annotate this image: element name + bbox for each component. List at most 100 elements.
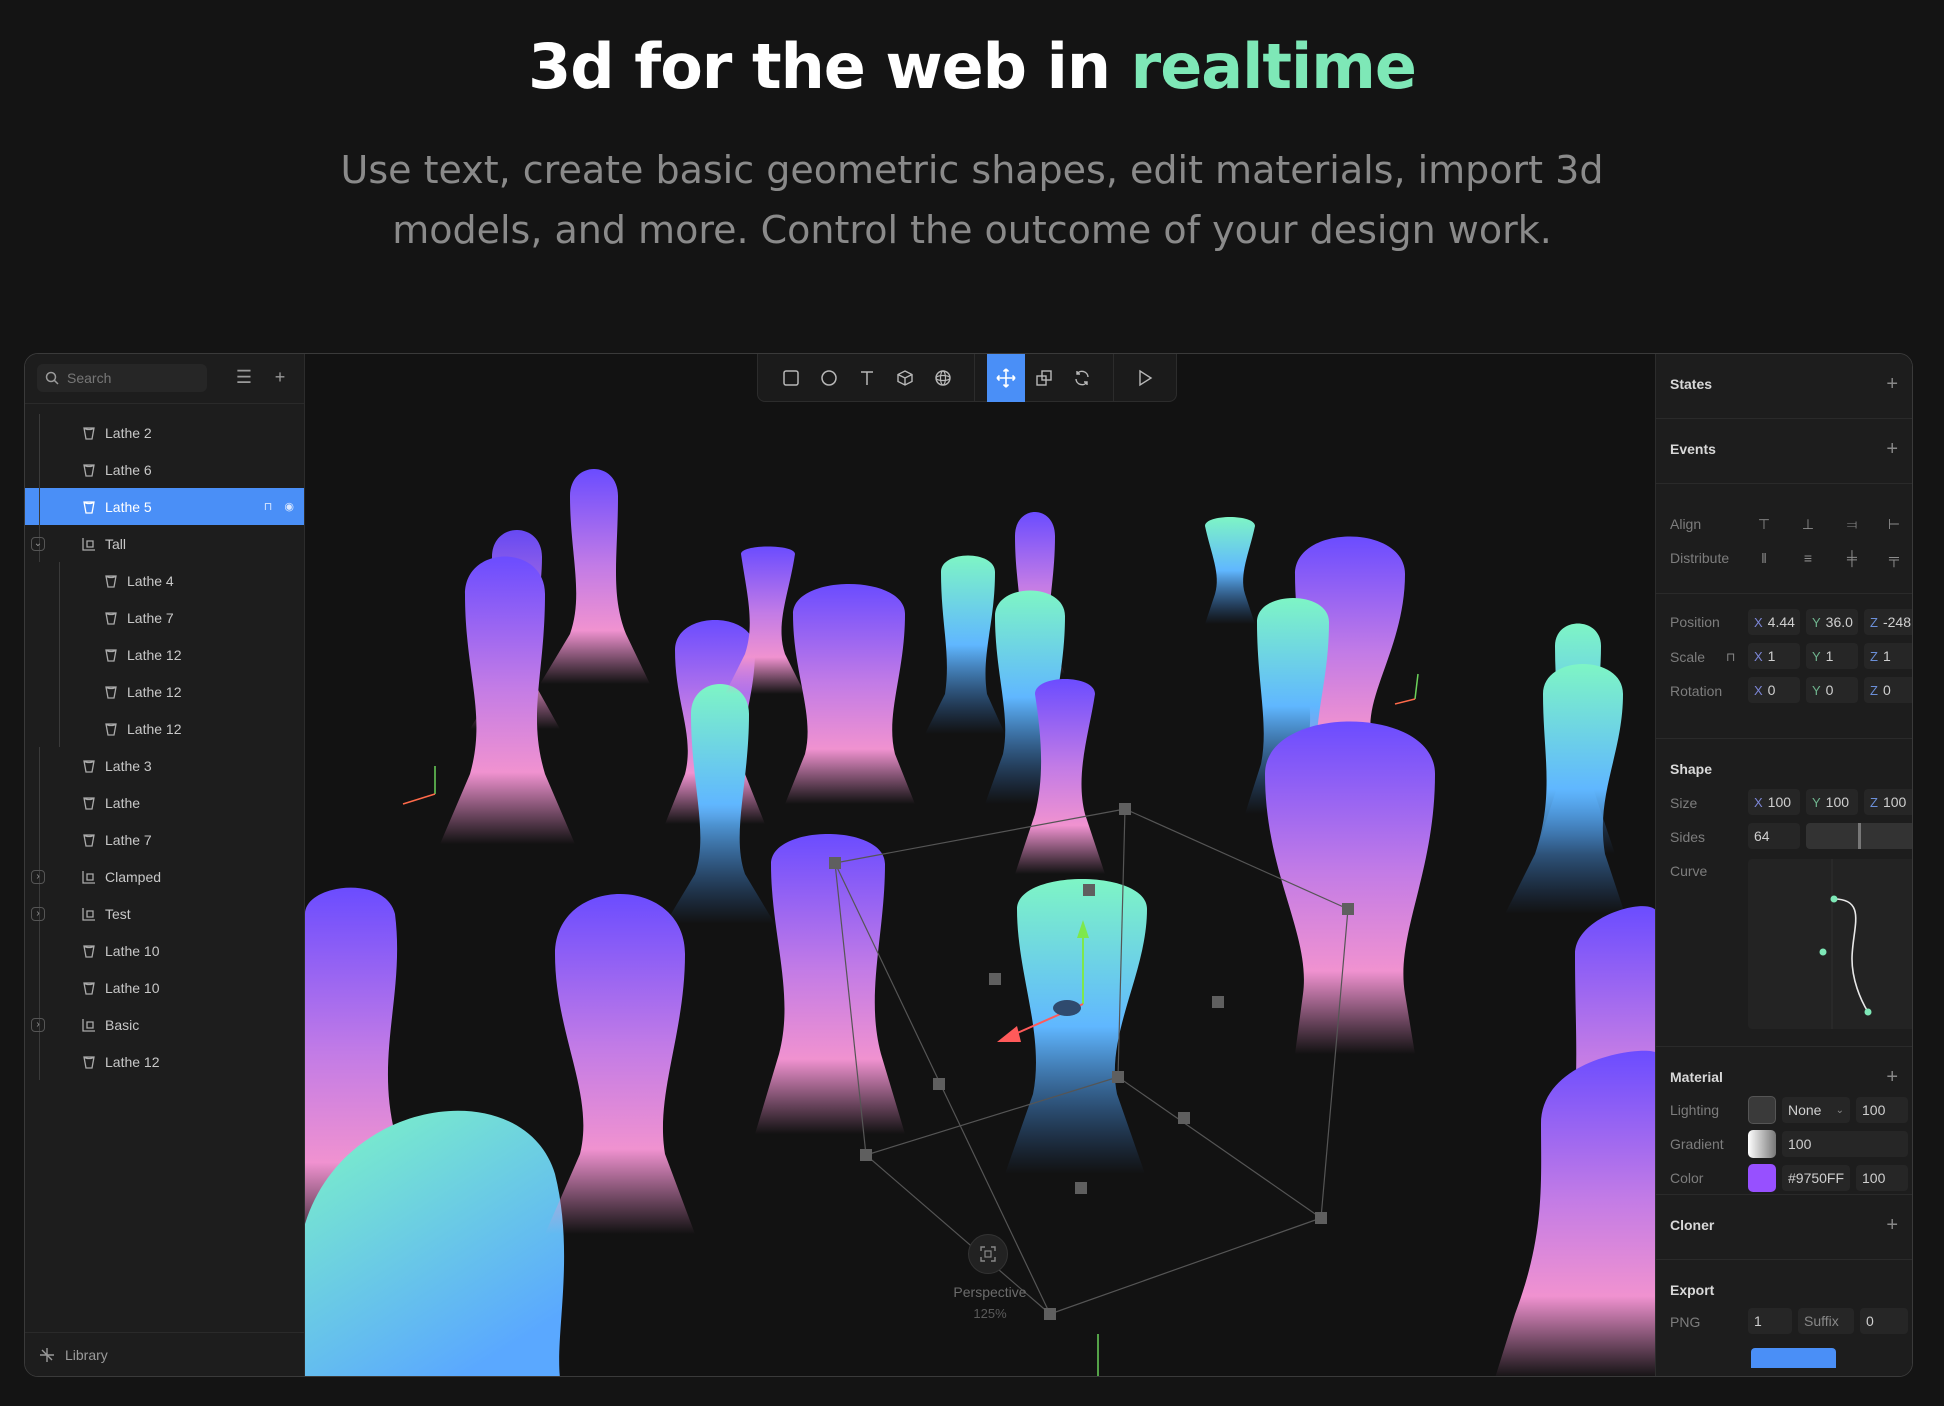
scale-x-field[interactable]: X1: [1748, 643, 1800, 669]
rotation-z-field[interactable]: Z0: [1864, 677, 1912, 703]
export-button[interactable]: [1751, 1348, 1836, 1368]
layer-item[interactable]: Lathe 12: [25, 636, 304, 673]
lathe-object[interactable]: [725, 546, 805, 695]
list-icon[interactable]: ☰: [234, 366, 254, 388]
rectangle-tool[interactable]: [772, 354, 810, 402]
distribute-center-v-icon[interactable]: ╤: [1880, 545, 1908, 571]
lathe-object[interactable]: [925, 555, 1005, 735]
layer-item[interactable]: Lathe 12: [25, 673, 304, 710]
export-scale-field[interactable]: 1: [1748, 1308, 1792, 1334]
layer-item[interactable]: Lathe 7: [25, 599, 304, 636]
align-top-icon[interactable]: ⊤: [1750, 511, 1778, 537]
layer-item[interactable]: Lathe 7: [25, 821, 304, 858]
gradient-field[interactable]: 100: [1782, 1131, 1908, 1157]
add-state-button[interactable]: +: [1886, 374, 1898, 394]
lathe-object[interactable]: [540, 469, 650, 684]
tree-line: [39, 488, 40, 525]
lathe-object[interactable]: [1265, 721, 1435, 1055]
align-right-icon[interactable]: ⫤: [1838, 511, 1866, 537]
scene-canvas[interactable]: [305, 354, 1657, 1376]
sphere-tool[interactable]: [924, 354, 962, 402]
lighting-swatch[interactable]: [1748, 1096, 1776, 1124]
library-button[interactable]: Library: [25, 1332, 304, 1376]
layer-item[interactable]: Lathe 4: [25, 562, 304, 599]
lighting-select[interactable]: None ⌄: [1782, 1097, 1850, 1123]
lathe-object[interactable]: [1505, 664, 1625, 914]
layer-item[interactable]: Lathe 3: [25, 747, 304, 784]
camera-button[interactable]: [968, 1234, 1008, 1274]
lathe-object[interactable]: [1495, 1050, 1657, 1376]
curve-editor[interactable]: [1748, 859, 1912, 1029]
search-input[interactable]: [67, 370, 197, 386]
lighting-opacity-field[interactable]: 100: [1856, 1097, 1908, 1123]
chevron-right-icon[interactable]: ›: [31, 906, 45, 921]
distribute-horizontal-icon[interactable]: ‖: [1750, 545, 1778, 571]
rotation-x-field[interactable]: X0: [1748, 677, 1800, 703]
play-button[interactable]: [1126, 354, 1164, 402]
layer-item[interactable]: Lathe 5 ⊓ ◉: [25, 488, 304, 525]
layer-item[interactable]: › Clamped: [25, 858, 304, 895]
add-icon[interactable]: +: [270, 366, 290, 388]
layer-item[interactable]: Lathe 10: [25, 932, 304, 969]
move-tool[interactable]: [987, 354, 1025, 402]
size-y-field[interactable]: Y 100: [1806, 789, 1858, 815]
layer-item[interactable]: Lathe 12: [25, 710, 304, 747]
scale-y-field[interactable]: Y1: [1806, 643, 1858, 669]
slider-thumb[interactable]: [1858, 823, 1861, 849]
layer-item[interactable]: Lathe 6: [25, 451, 304, 488]
distribute-center-h-icon[interactable]: ╪: [1838, 545, 1866, 571]
eye-icon[interactable]: ◉: [284, 500, 294, 513]
color-hex-field[interactable]: #9750FF: [1782, 1165, 1850, 1191]
rotate-tool[interactable]: [1063, 354, 1101, 402]
position-x-field[interactable]: X 4.44: [1748, 609, 1800, 635]
layer-item[interactable]: Lathe 10: [25, 969, 304, 1006]
ellipse-tool[interactable]: [810, 354, 848, 402]
lathe-object[interactable]: [1205, 517, 1255, 624]
gradient-label[interactable]: Gradient: [1670, 1136, 1724, 1152]
align-bottom-icon[interactable]: ⊥: [1794, 511, 1822, 537]
rotation-y-field[interactable]: Y0: [1806, 677, 1858, 703]
lock-icon[interactable]: ⊓: [1726, 650, 1735, 664]
add-material-button[interactable]: +: [1886, 1067, 1898, 1087]
chevron-right-icon[interactable]: ›: [31, 869, 45, 884]
lathe-object[interactable]: [545, 894, 695, 1234]
layer-item[interactable]: › Basic: [25, 1006, 304, 1043]
sides-field[interactable]: 64: [1748, 823, 1800, 849]
color-swatch[interactable]: [1748, 1164, 1776, 1192]
color-opacity-field[interactable]: 100: [1856, 1165, 1908, 1191]
export-format-select[interactable]: PNG: [1670, 1314, 1700, 1330]
position-y-field[interactable]: Y 36.0: [1806, 609, 1858, 635]
lathe-object[interactable]: [785, 584, 915, 804]
layer-item[interactable]: ⌄ Tall: [25, 525, 304, 562]
distribute-vertical-icon[interactable]: ≡: [1794, 545, 1822, 571]
lathe-object[interactable]: [1005, 879, 1147, 1174]
suffix-value-field[interactable]: 0: [1860, 1308, 1908, 1334]
chevron-right-icon[interactable]: ›: [31, 1017, 45, 1032]
lathe-object[interactable]: [440, 556, 575, 845]
axis-x-label: X: [1754, 614, 1763, 630]
add-event-button[interactable]: +: [1886, 439, 1898, 459]
chevron-down-icon[interactable]: ⌄: [31, 536, 45, 551]
scale-tool[interactable]: [1025, 354, 1063, 402]
size-z-field[interactable]: Z 100: [1864, 789, 1912, 815]
add-cloner-button[interactable]: +: [1886, 1215, 1898, 1235]
layer-item[interactable]: › Test: [25, 895, 304, 932]
cube-tool[interactable]: [886, 354, 924, 402]
layer-item[interactable]: Lathe 2: [25, 414, 304, 451]
align-label: Align: [1670, 516, 1702, 532]
layer-item[interactable]: Lathe 12: [25, 1043, 304, 1080]
size-x-field[interactable]: X 100: [1748, 789, 1800, 815]
lathe-object[interactable]: [755, 834, 905, 1134]
scale-z-field[interactable]: Z1: [1864, 643, 1912, 669]
lock-icon[interactable]: ⊓: [264, 500, 273, 513]
sides-slider[interactable]: [1806, 823, 1912, 849]
canvas-viewport[interactable]: Perspective 125%: [305, 354, 1657, 1376]
color-label[interactable]: Color: [1670, 1170, 1703, 1186]
position-z-field[interactable]: Z -248: [1864, 609, 1912, 635]
layer-item[interactable]: Lathe: [25, 784, 304, 821]
align-left-icon[interactable]: ⊢: [1880, 511, 1908, 537]
suffix-field[interactable]: Suffix: [1798, 1308, 1854, 1334]
search-box[interactable]: [37, 364, 207, 392]
text-tool[interactable]: [848, 354, 886, 402]
gradient-swatch[interactable]: [1748, 1130, 1776, 1158]
